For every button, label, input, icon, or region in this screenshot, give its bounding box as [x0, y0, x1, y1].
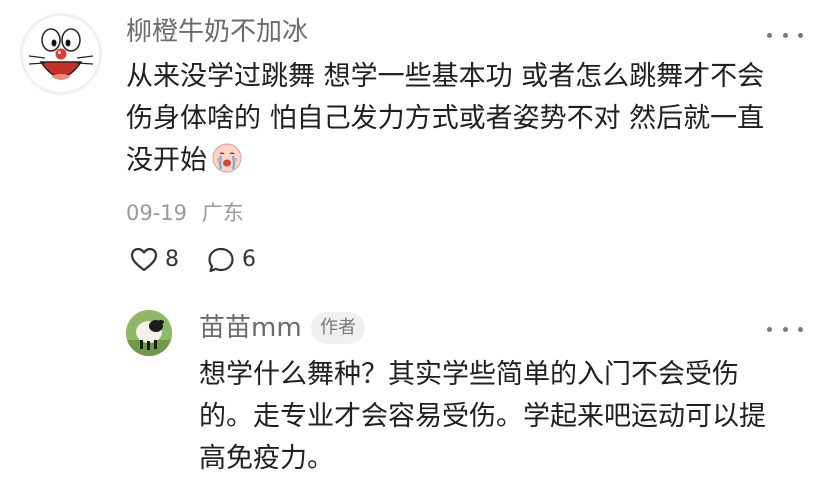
comment-actions: 8 6: [130, 246, 256, 274]
like-count: 8: [165, 247, 179, 272]
comment-date: 09-19: [126, 201, 188, 225]
comment-count: 6: [242, 247, 256, 272]
comment-location: 广东: [201, 201, 244, 225]
dot: [782, 32, 788, 38]
dot: [782, 326, 788, 332]
heart-icon: [130, 247, 158, 272]
crying-face-emoji: [212, 143, 242, 173]
comment-bubble-icon: [208, 247, 234, 273]
more-dots-icon[interactable]: [767, 319, 803, 339]
dot: [767, 326, 772, 332]
like-button[interactable]: 8: [130, 246, 179, 274]
comment-meta: 09-19 广东: [126, 199, 244, 227]
dot: [767, 32, 772, 38]
doraemon-face-icon: [21, 14, 101, 94]
reply-button[interactable]: 6: [207, 246, 256, 274]
reply-username[interactable]: 苗苗mm: [199, 312, 302, 344]
sheep-photo-icon: [126, 310, 172, 356]
author-badge: 作者: [311, 312, 365, 344]
more-dots-icon[interactable]: [767, 25, 803, 45]
comment-text: 从来没学过跳舞 想学一些基本功 或者怎么跳舞才不会伤身体啥的 怕自己发力方式或者…: [126, 56, 791, 182]
dot: [798, 326, 803, 332]
doraemon-avatar[interactable]: [21, 14, 101, 94]
dot: [798, 32, 803, 38]
comment-username[interactable]: 柳橙牛奶不加冰: [126, 16, 308, 48]
sheep-avatar[interactable]: [126, 310, 172, 356]
reply-text: 想学什么舞种？其实学些简单的入门不会受伤的。走专业才会容易受伤。学起来吧运动可以…: [199, 359, 766, 474]
